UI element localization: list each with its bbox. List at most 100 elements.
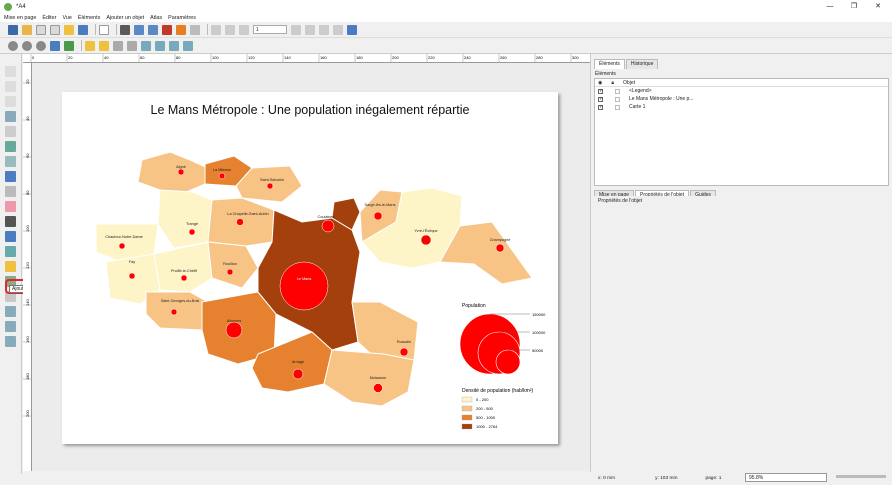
tree-row[interactable]: ✓ <Legend> [595,87,888,95]
print-icon[interactable] [120,24,130,35]
next-feature-icon[interactable] [291,24,301,35]
resize-icon[interactable] [183,40,193,51]
zoom-tool-icon[interactable] [5,81,16,92]
ruler-label: 80 [25,190,30,195]
close-button[interactable]: ✕ [866,0,890,13]
lock-checkbox[interactable] [615,88,620,94]
zoom-full-icon[interactable] [50,40,60,51]
panel-tabs: Éléments Historique [594,59,892,69]
menu-mise-en-page[interactable]: Mise en page [4,15,36,21]
zoom-slider[interactable] [836,475,886,478]
edit-nodes-icon[interactable] [5,126,16,137]
atlas-preview-icon[interactable] [211,24,221,35]
commune-label: Coulaines [318,215,335,219]
add-shape-icon[interactable] [5,246,16,257]
pop-symbol-sarge [373,211,383,221]
unlock-items-icon[interactable] [99,40,109,51]
pan-icon[interactable] [5,66,16,77]
first-feature-icon[interactable] [225,24,235,35]
add-attribute-table-icon[interactable] [5,321,16,332]
open-template-icon[interactable] [64,24,74,35]
layout-canvas[interactable]: Le Mans Métropole : Une population inéga… [32,63,590,471]
status-y: y: 103 mm [655,476,678,481]
menu-atlas[interactable]: Atlas [150,15,162,21]
legend-swatch-1 [461,405,473,412]
add-marker-icon[interactable] [5,261,16,272]
export-atlas-icon[interactable] [333,24,343,35]
align-left-icon[interactable] [155,40,165,51]
menu-vue[interactable]: Vue [62,15,71,21]
atlas-page-field[interactable]: 1 [253,25,287,34]
minimize-button[interactable]: — [818,0,842,13]
duplicate-layout-icon[interactable] [36,24,46,35]
pop-symbol-yvre [420,234,432,246]
add-map-icon[interactable] [5,141,16,152]
visibility-checkbox[interactable]: ✓ [598,96,603,102]
zoom-select[interactable]: 95.8% [745,473,827,482]
ruler-label: 40 [104,55,109,60]
zoom-out-icon[interactable] [22,40,32,51]
menu-editer[interactable]: Éditer [42,15,56,21]
layout-page[interactable]: Le Mans Métropole : Une population inéga… [62,92,558,444]
zoom-100-icon[interactable] [36,40,46,51]
ruler-label: 200 [25,410,30,417]
undo-icon[interactable] [176,24,186,35]
raise-items-icon[interactable] [141,40,151,51]
tree-row[interactable]: ✓ Carte 1 [595,103,888,111]
commune-label: La Chapelle-Saint-Aubin [227,212,268,216]
menu-ajouter-objet[interactable]: Ajouter un objet [106,15,144,21]
new-layout-icon[interactable] [22,24,32,35]
pop-symbol-fay [128,272,136,280]
add-fixed-table-icon[interactable] [5,336,16,347]
commune-label: Arnage [292,360,304,364]
pop-symbol-saint-georges [170,308,178,316]
lock-checkbox[interactable] [615,104,620,110]
select-icon[interactable] [5,96,16,107]
visibility-checkbox[interactable]: ✓ [598,88,603,94]
ruler-label: 220 [428,55,435,60]
add-table-icon[interactable] [5,306,16,317]
menu-elements[interactable]: Éléments [78,15,100,21]
map-item[interactable]: Aigné La Milesse Saint-Saturnin Trangé L… [62,92,558,444]
export-image-icon[interactable] [134,24,144,35]
save-icon[interactable] [8,24,18,35]
add-scalebar-icon[interactable] [5,216,16,227]
ungroup-items-icon[interactable] [127,40,137,51]
move-content-icon[interactable] [5,111,16,122]
ruler-label: 60 [140,55,145,60]
legend-class-label: 500 - 1000 [476,415,496,420]
print-atlas-icon[interactable] [319,24,329,35]
tab-elements[interactable]: Éléments [594,59,625,69]
title-bar: *A4 — ❐ ✕ [0,0,892,13]
export-svg-icon[interactable] [148,24,158,35]
export-pdf-icon[interactable] [162,24,172,35]
add-html-icon[interactable] [5,186,16,197]
zoom-in-icon[interactable] [8,40,18,51]
menu-parametres[interactable]: Paramètres [168,15,196,21]
group-items-icon[interactable] [113,40,123,51]
lock-items-icon[interactable] [85,40,95,51]
layout-manager-icon[interactable] [50,24,60,35]
add-picture-icon[interactable] [5,171,16,182]
restore-button[interactable]: ❐ [842,0,866,13]
tree-row[interactable]: ✓ Le Mans Métropole : Une p... [595,95,888,103]
save-template-icon[interactable] [78,24,88,35]
refresh-icon[interactable] [64,40,74,51]
add-label-icon[interactable] [5,231,16,242]
tab-historique[interactable]: Historique [625,59,659,69]
status-bar: x: 0 mm y: 103 mm page: 1 [590,472,892,485]
atlas-settings-icon[interactable] [347,24,357,35]
distribute-icon[interactable] [169,40,179,51]
tree-header-label: Objet [623,79,635,86]
visibility-checkbox[interactable]: ✓ [598,104,603,110]
commune-label: Saint-Georges-du-Bois [161,299,200,303]
add-3d-map-icon[interactable] [5,156,16,167]
previous-feature-icon[interactable] [239,24,249,35]
new-page-icon[interactable] [99,24,109,35]
add-legend-icon[interactable] [5,201,16,212]
lock-checkbox[interactable] [615,96,620,102]
last-feature-icon[interactable] [305,24,315,35]
redo-icon[interactable] [190,24,200,35]
lock-icon: 🔒︎ [611,79,615,86]
legend-swatch-3 [461,423,473,430]
